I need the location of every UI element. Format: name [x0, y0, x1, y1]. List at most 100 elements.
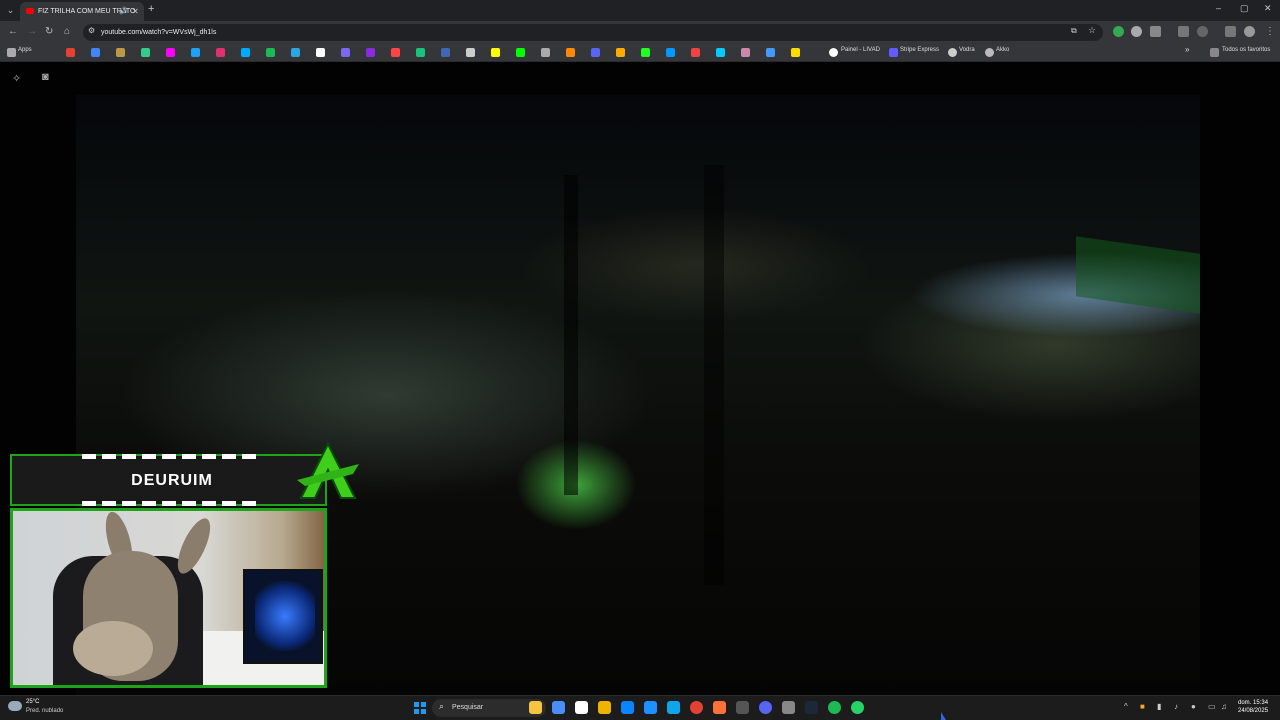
menu-kebab-icon[interactable]: ⋮ [1265, 26, 1275, 37]
microphone-icon[interactable]: ● [1191, 702, 1196, 711]
browser-tab-active[interactable]: FIZ TRILHA COM MEU TRATO 🔊 ✕ [20, 2, 144, 21]
bookmark-favicon-icon[interactable] [66, 48, 75, 57]
bookmark-favicon-icon[interactable] [616, 48, 625, 57]
apps-grid-icon[interactable] [7, 48, 16, 57]
bookmark-favicon-icon[interactable] [441, 48, 450, 57]
bookmark-favicon-icon[interactable] [741, 48, 750, 57]
bookmark-favicon-icon[interactable] [166, 48, 175, 57]
bookmark-favicon-icon[interactable] [241, 48, 250, 57]
video-cab-pillar [704, 165, 724, 585]
bookmark-painel[interactable]: Painel - LIVAD [841, 47, 880, 53]
search-icon: ⌕ [439, 701, 445, 711]
audio-playing-icon[interactable]: 🔊 [119, 2, 128, 21]
bookmark-favicon-icon[interactable] [516, 48, 525, 57]
bookmark-favicon-icon[interactable] [491, 48, 500, 57]
bookmark-favicon-icon[interactable] [316, 48, 325, 57]
file-manager-icon[interactable] [575, 701, 588, 714]
bookmark-favicon-icon[interactable] [291, 48, 300, 57]
bookmark-favicon-icon[interactable] [266, 48, 275, 57]
speaker-tray-icon[interactable]: ♪ [1174, 702, 1178, 711]
volume-icon[interactable]: ♫ [1221, 702, 1227, 711]
donkey-mask-snout [73, 621, 153, 676]
history-icon[interactable] [1197, 26, 1208, 37]
minimize-button[interactable]: – [1216, 3, 1221, 13]
discord-icon[interactable] [759, 701, 772, 714]
new-tab-button[interactable]: + [148, 3, 154, 15]
address-bar[interactable]: ⚙ youtube.com/watch?v=WVsWj_dh1ls ⧉ ☆ [83, 24, 1103, 41]
steam-icon[interactable] [805, 701, 818, 714]
sidebar-icon[interactable] [1178, 26, 1189, 37]
obs-icon[interactable] [782, 701, 795, 714]
cast-icon[interactable] [1225, 26, 1236, 37]
bookmark-favicon-icon[interactable] [391, 48, 400, 57]
bookmark-favicon-icon[interactable] [766, 48, 775, 57]
video-tractor-hood [1076, 236, 1200, 314]
bookmark-favicon-icon[interactable] [791, 48, 800, 57]
tray-app-icon[interactable]: ■ [1140, 702, 1145, 711]
bookmark-star-icon[interactable]: ☆ [1088, 25, 1096, 36]
network-icon[interactable]: ▭ [1208, 702, 1216, 711]
bookmark-favicon-icon[interactable] [591, 48, 600, 57]
bookmark-favicon-icon[interactable] [141, 48, 150, 57]
bookmark-favicon-icon[interactable] [716, 48, 725, 57]
windows-start-icon[interactable] [414, 702, 426, 714]
bookmark-stripe[interactable]: Stripe Express [900, 47, 939, 53]
spotify-icon[interactable] [828, 701, 841, 714]
browser-tab-strip: ⌄ FIZ TRILHA COM MEU TRATO 🔊 ✕ + – ▢ ✕ [0, 0, 1280, 21]
bookmark-favicon-icon[interactable] [191, 48, 200, 57]
site-info-icon[interactable]: ⚙ [88, 26, 95, 35]
firefox-icon[interactable] [713, 701, 726, 714]
bookmark-favicon-icon[interactable] [416, 48, 425, 57]
home-icon[interactable]: ⌂ [64, 26, 70, 37]
bookmark-favicon-icon[interactable] [116, 48, 125, 57]
reload-icon[interactable]: ↻ [45, 26, 53, 37]
terminal-icon[interactable] [736, 701, 749, 714]
battery-icon[interactable]: ▮ [1157, 702, 1161, 711]
extension-green-icon[interactable] [1113, 26, 1124, 37]
weather-cloud-icon[interactable] [8, 701, 22, 711]
tray-overflow-chevron-icon[interactable]: ^ [1124, 702, 1128, 711]
folder-icon [1210, 48, 1219, 57]
bookmark-favicon-icon[interactable] [366, 48, 375, 57]
bookmark-favicon-icon[interactable] [666, 48, 675, 57]
bookmark-favicon-icon[interactable] [566, 48, 575, 57]
back-arrow-icon[interactable]: ← [8, 26, 18, 37]
chrome-icon[interactable] [690, 701, 703, 714]
bookmark-favicon-icon[interactable] [341, 48, 350, 57]
profile-avatar[interactable] [1244, 26, 1255, 37]
close-tab-icon[interactable]: ✕ [132, 2, 139, 21]
copilot-icon[interactable] [529, 701, 542, 714]
mail-icon[interactable] [621, 701, 634, 714]
weather-description[interactable]: Pred. nublado [26, 708, 63, 714]
bookmark-favicon-icon[interactable] [91, 48, 100, 57]
close-window-button[interactable]: ✕ [1264, 3, 1272, 14]
store-icon[interactable] [644, 701, 657, 714]
install-app-icon[interactable]: ⧉ [1071, 26, 1077, 36]
bookmark-favicon-icon[interactable] [541, 48, 550, 57]
media-control-icon[interactable] [1131, 26, 1142, 37]
bookmark-favicon-icon[interactable] [691, 48, 700, 57]
forward-arrow-icon[interactable]: → [27, 26, 37, 37]
extensions-puzzle-icon[interactable] [1150, 26, 1161, 37]
camera-icon[interactable]: ◙ [42, 71, 49, 83]
bookmark-favicon-icon[interactable] [466, 48, 475, 57]
magic-wand-icon[interactable]: ✧ [12, 72, 21, 85]
bookmark-apps[interactable]: Apps [18, 47, 32, 53]
bookmark-favicon-icon[interactable] [641, 48, 650, 57]
bookmark-akko-icon [985, 48, 994, 57]
whatsapp-icon[interactable] [851, 701, 864, 714]
folder-icon[interactable] [598, 701, 611, 714]
maximize-button[interactable]: ▢ [1240, 3, 1249, 14]
widgets-icon[interactable] [552, 701, 565, 714]
taskbar-clock[interactable]: dom. 15:34 24/08/2025 [1238, 699, 1268, 715]
tab-search-icon[interactable]: ⌄ [4, 4, 17, 17]
bookmark-vodra[interactable]: Vodra [959, 47, 975, 53]
edge-icon[interactable] [667, 701, 680, 714]
bookmark-akko[interactable]: Akko [996, 47, 1009, 53]
weather-temperature[interactable]: 25°C [26, 699, 39, 705]
bookmark-favicon-icon[interactable] [216, 48, 225, 57]
address-url[interactable]: youtube.com/watch?v=WVsWj_dh1ls [101, 24, 216, 41]
bookmark-vodra-icon [948, 48, 957, 57]
bookmarks-overflow-icon[interactable]: » [1185, 45, 1189, 54]
all-bookmarks-folder[interactable]: Todos os favoritos [1222, 47, 1270, 53]
